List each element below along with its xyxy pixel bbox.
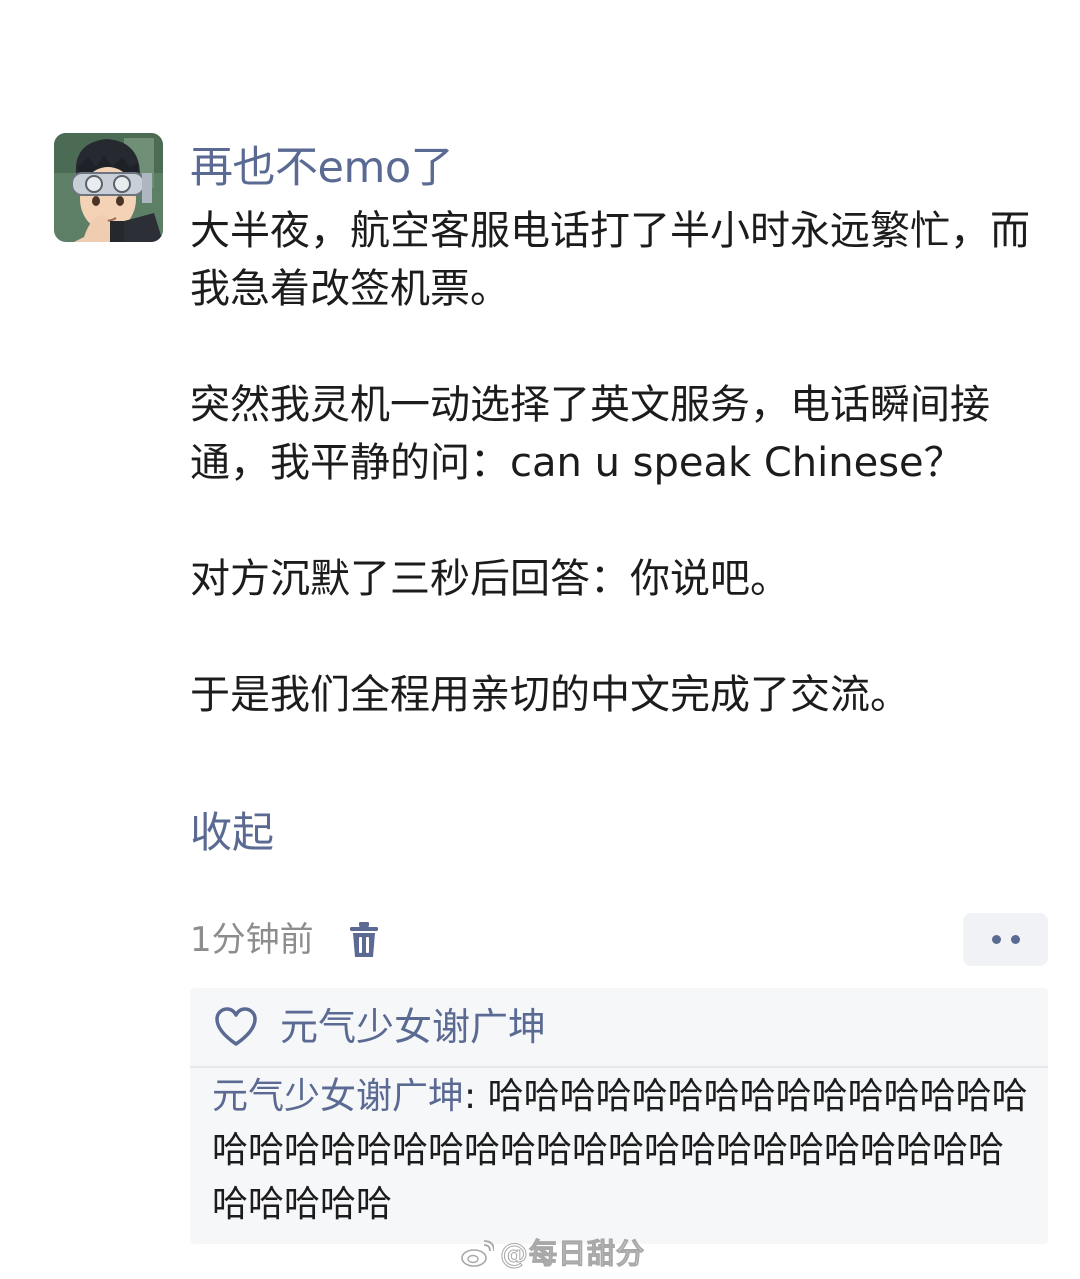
post-paragraph: 突然我灵机一动选择了英文服务，电话瞬间接通，我平静的问：can u speak …: [190, 382, 990, 486]
more-dots-icon: [1010, 935, 1020, 944]
post-meta-row: 1分钟前: [190, 912, 380, 968]
trash-icon[interactable]: [348, 921, 380, 959]
post-paragraph: 于是我们全程用亲切的中文完成了交流。: [190, 672, 910, 718]
post-paragraph: 对方沉默了三秒后回答：你说吧。: [190, 556, 790, 602]
avatar-image: [54, 133, 163, 242]
likes-row: 元气少女谢广坤: [190, 988, 1048, 1068]
feed-post: 再也不emo了 大半夜，航空客服电话打了半小时永远繁忙，而我急着改签机票。 突然…: [0, 0, 1080, 1279]
timestamp: 1分钟前: [190, 920, 314, 960]
more-dots-icon: [991, 935, 1001, 944]
watermark: @每日甜分: [460, 1232, 645, 1276]
username[interactable]: 再也不emo了: [190, 140, 454, 196]
post-paragraph: 大半夜，航空客服电话打了半小时永远繁忙，而我急着改签机票。: [190, 208, 1030, 312]
collapse-link[interactable]: 收起: [190, 804, 274, 862]
avatar[interactable]: [54, 133, 163, 242]
heart-outline-icon[interactable]: [214, 1007, 258, 1047]
more-button[interactable]: [963, 913, 1048, 966]
comment-item: 元气少女谢广坤: 哈哈哈哈哈哈哈哈哈哈哈哈哈哈哈哈哈哈哈哈哈哈哈哈哈哈哈哈哈哈哈…: [212, 1070, 1032, 1232]
likes-names[interactable]: 元气少女谢广坤: [280, 1002, 546, 1052]
comments-panel: 元气少女谢广坤 元气少女谢广坤: 哈哈哈哈哈哈哈哈哈哈哈哈哈哈哈哈哈哈哈哈哈哈哈…: [190, 988, 1048, 1244]
post-body: 大半夜，航空客服电话打了半小时永远繁忙，而我急着改签机票。 突然我灵机一动选择了…: [190, 202, 1030, 724]
comment-author[interactable]: 元气少女谢广坤: [212, 1076, 464, 1117]
comment-separator: :: [464, 1076, 488, 1117]
watermark-text: @每日甜分: [499, 1237, 646, 1271]
weibo-logo-icon: [460, 1240, 495, 1268]
